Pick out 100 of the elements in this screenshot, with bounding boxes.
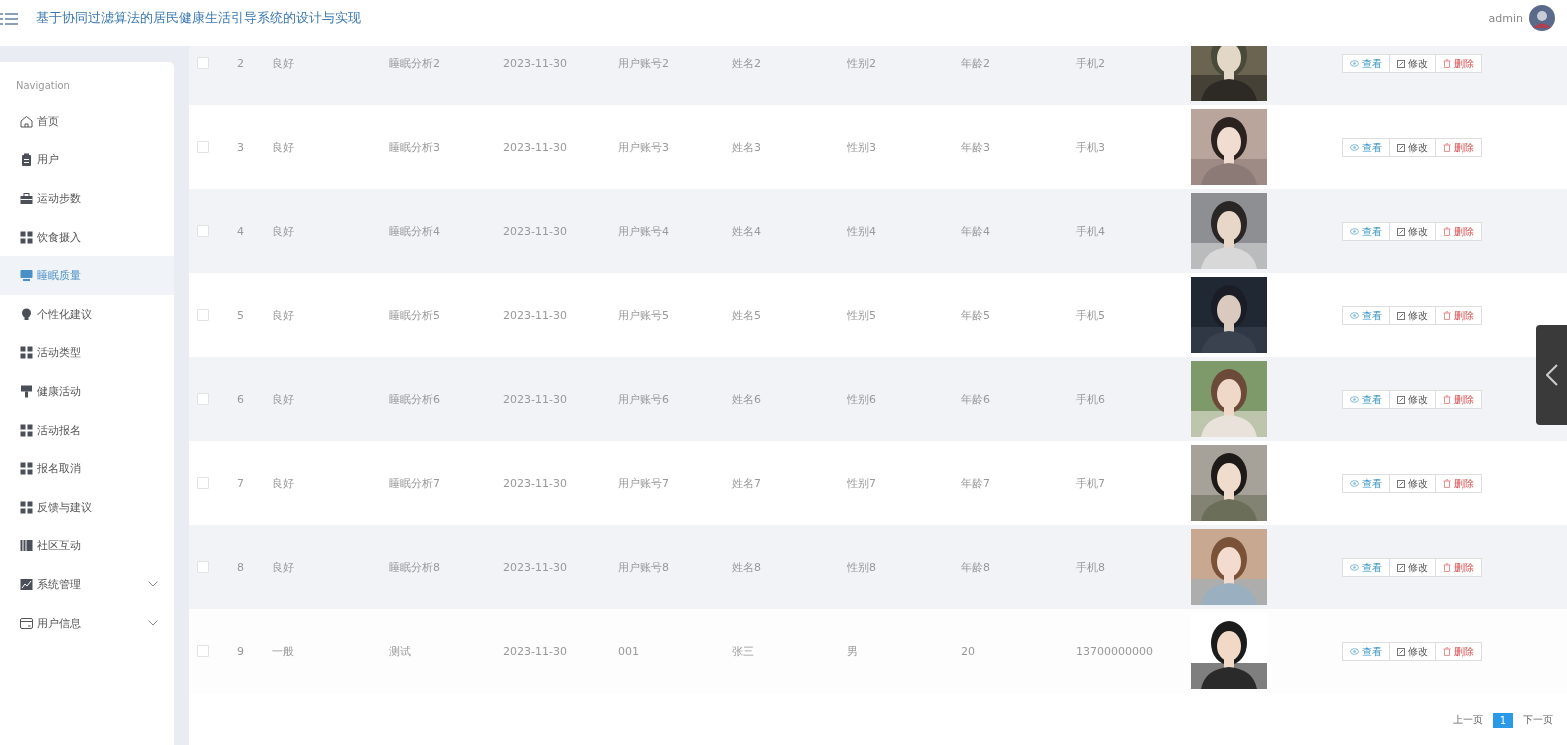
table-cell: 2023-11-30 bbox=[503, 560, 567, 574]
table-cell: 年龄6 bbox=[961, 391, 990, 407]
nav-item[interactable]: 饮食摄入 bbox=[0, 217, 174, 257]
briefcase-icon bbox=[20, 192, 33, 205]
table-cell: 良好 bbox=[272, 307, 294, 323]
row-checkbox[interactable] bbox=[197, 477, 209, 489]
row-checkbox[interactable] bbox=[197, 141, 209, 153]
edit-button[interactable]: 修改 bbox=[1389, 558, 1436, 577]
edit-button[interactable]: 修改 bbox=[1389, 642, 1436, 661]
delete-button[interactable]: 删除 bbox=[1435, 390, 1482, 409]
eye-icon bbox=[1350, 228, 1359, 235]
table-cell: 用户账号5 bbox=[618, 307, 669, 323]
edit-icon bbox=[1397, 563, 1405, 572]
table-cell: 用户账号8 bbox=[618, 559, 669, 575]
grid-icon bbox=[20, 500, 33, 514]
trash-icon bbox=[1443, 563, 1451, 572]
menu-icon[interactable] bbox=[0, 11, 18, 27]
delete-button[interactable]: 删除 bbox=[1435, 54, 1482, 73]
delete-button[interactable]: 删除 bbox=[1435, 642, 1482, 661]
edit-icon bbox=[1397, 647, 1405, 656]
book-icon bbox=[20, 539, 33, 553]
edit-button[interactable]: 修改 bbox=[1389, 306, 1436, 325]
delete-button[interactable]: 删除 bbox=[1435, 222, 1482, 241]
delete-button[interactable]: 删除 bbox=[1435, 558, 1482, 577]
row-checkbox[interactable] bbox=[197, 57, 209, 69]
table-cell: 性别7 bbox=[847, 475, 876, 491]
table-cell: 良好 bbox=[272, 559, 294, 575]
table-cell: 年龄7 bbox=[961, 475, 990, 491]
trash-icon bbox=[1443, 647, 1451, 656]
table-cell: 睡眠分析7 bbox=[389, 475, 440, 491]
table-cell: 手机4 bbox=[1076, 223, 1105, 239]
table-cell: 性别2 bbox=[847, 55, 876, 71]
table-cell: 姓名8 bbox=[732, 559, 761, 575]
table-cell: 姓名7 bbox=[732, 475, 761, 491]
trash-icon bbox=[1443, 479, 1451, 488]
avatar-icon[interactable] bbox=[1529, 5, 1555, 31]
table-cell: 年龄3 bbox=[961, 139, 990, 155]
next-page-button[interactable]: 下一页 bbox=[1519, 711, 1557, 729]
eye-icon bbox=[1350, 312, 1359, 319]
table-cell: 年龄2 bbox=[961, 55, 990, 71]
edit-icon bbox=[1397, 479, 1405, 488]
edit-button[interactable]: 修改 bbox=[1389, 390, 1436, 409]
table-cell: 良好 bbox=[272, 139, 294, 155]
nav-item[interactable]: 个性化建议 bbox=[0, 294, 174, 334]
table-cell: 睡眠分析3 bbox=[389, 139, 440, 155]
delete-button[interactable]: 删除 bbox=[1435, 474, 1482, 493]
table-cell: 姓名4 bbox=[732, 223, 761, 239]
nav-item[interactable]: 首页 bbox=[0, 102, 174, 141]
row-checkbox[interactable] bbox=[197, 561, 209, 573]
collapse-tab[interactable] bbox=[1536, 325, 1567, 425]
table-cell: 姓名3 bbox=[732, 139, 761, 155]
nav-item[interactable]: 报名取消 bbox=[0, 449, 174, 488]
table-cell: 2023-11-30 bbox=[503, 644, 567, 658]
eye-icon bbox=[1350, 648, 1359, 655]
table-cell: 2023-11-30 bbox=[503, 476, 567, 490]
prev-page-button[interactable]: 上一页 bbox=[1449, 711, 1487, 729]
edit-icon bbox=[1397, 143, 1405, 152]
app-title: 基于协同过滤算法的居民健康生活引导系统的设计与实现 bbox=[36, 9, 361, 27]
nav-item[interactable]: 系统管理 bbox=[0, 565, 174, 604]
table-cell: 用户账号3 bbox=[618, 139, 669, 155]
row-checkbox[interactable] bbox=[197, 309, 209, 321]
table-cell: 一般 bbox=[272, 643, 294, 659]
table-cell: 手机2 bbox=[1076, 55, 1105, 71]
trash-icon bbox=[1443, 59, 1451, 68]
table-cell: 测试 bbox=[389, 643, 411, 659]
bulb-icon bbox=[20, 307, 33, 321]
edit-icon bbox=[1397, 59, 1405, 68]
user-name[interactable]: admin bbox=[1488, 11, 1523, 25]
nav-item[interactable]: 社区互动 bbox=[0, 526, 174, 566]
edit-icon bbox=[1397, 395, 1405, 404]
edit-button[interactable]: 修改 bbox=[1389, 474, 1436, 493]
nav-item[interactable]: 运动步数 bbox=[0, 179, 174, 218]
table-cell: 手机5 bbox=[1076, 307, 1105, 323]
delete-button[interactable]: 删除 bbox=[1435, 138, 1482, 157]
table-cell: 手机7 bbox=[1076, 475, 1105, 491]
table-cell: 8 bbox=[237, 560, 244, 574]
row-checkbox[interactable] bbox=[197, 225, 209, 237]
table-cell: 手机3 bbox=[1076, 139, 1105, 155]
nav-item[interactable]: 活动报名 bbox=[0, 410, 174, 450]
row-checkbox[interactable] bbox=[197, 645, 209, 657]
delete-button[interactable]: 删除 bbox=[1435, 306, 1482, 325]
table-cell: 6 bbox=[237, 392, 244, 406]
trash-icon bbox=[1443, 143, 1451, 152]
table-cell: 性别4 bbox=[847, 223, 876, 239]
nav-item[interactable]: 反馈与建议 bbox=[0, 487, 174, 527]
table-cell: 良好 bbox=[272, 55, 294, 71]
nav-item[interactable]: 用户信息 bbox=[0, 603, 174, 643]
table-cell: 姓名6 bbox=[732, 391, 761, 407]
eye-icon bbox=[1350, 480, 1359, 487]
nav-item[interactable]: 健康活动 bbox=[0, 372, 174, 411]
table-cell: 良好 bbox=[272, 475, 294, 491]
table-cell: 睡眠分析5 bbox=[389, 307, 440, 323]
row-checkbox[interactable] bbox=[197, 393, 209, 405]
edit-button[interactable]: 修改 bbox=[1389, 222, 1436, 241]
edit-button[interactable]: 修改 bbox=[1389, 54, 1436, 73]
nav-item[interactable]: 用户 bbox=[0, 140, 174, 180]
table-cell: 男 bbox=[847, 643, 858, 659]
table-cell: 3 bbox=[237, 140, 244, 154]
edit-button[interactable]: 修改 bbox=[1389, 138, 1436, 157]
nav-item[interactable]: 活动类型 bbox=[0, 333, 174, 373]
